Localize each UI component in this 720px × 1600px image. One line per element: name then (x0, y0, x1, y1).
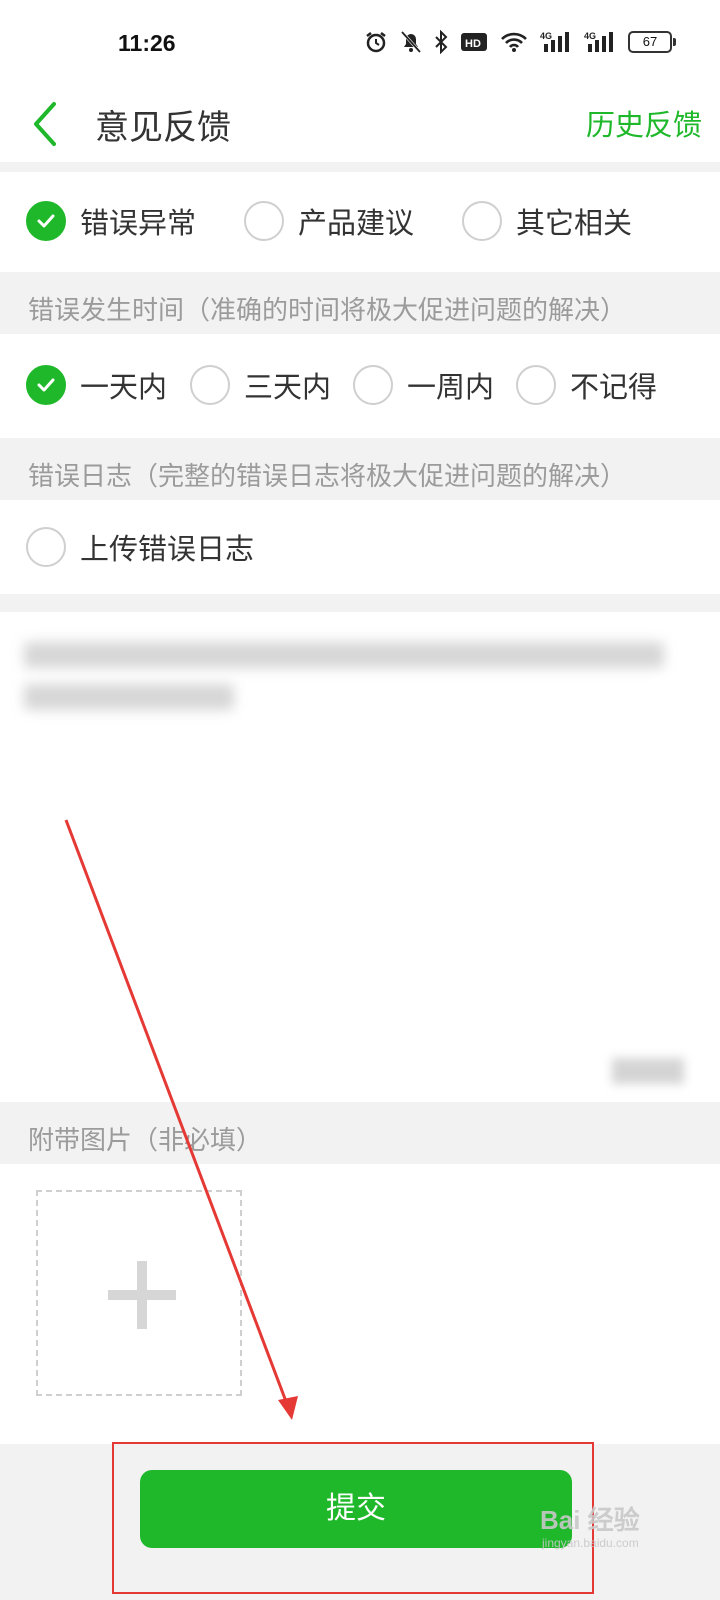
time-option-dont-remember[interactable]: 不记得 (516, 364, 657, 406)
watermark-logo: Bai 经验 (540, 1505, 640, 1535)
char-counter (612, 1058, 684, 1084)
radio-unchecked-icon (26, 527, 66, 567)
status-bar: 11:26 HD 4G 4G 67 (0, 0, 720, 88)
category-option-other[interactable]: 其它相关 (462, 200, 632, 242)
time-option-three-days[interactable]: 三天内 (190, 364, 331, 406)
divider (0, 594, 720, 612)
category-option-suggestion[interactable]: 产品建议 (244, 200, 414, 242)
signal-4g-icon: 4G (540, 30, 572, 54)
add-image-button[interactable] (36, 1190, 242, 1396)
attachment-hint-text: 附带图片（非必填） (28, 1126, 263, 1156)
blurred-placeholder-text (24, 642, 664, 668)
plus-icon (137, 1261, 147, 1329)
title-bar: 意见反馈 历史反馈 (0, 88, 720, 162)
time-option-one-week[interactable]: 一周内 (353, 364, 494, 406)
radio-checked-icon (26, 201, 66, 241)
option-label: 一周内 (407, 370, 495, 404)
option-label: 一天内 (80, 370, 168, 404)
option-label: 三天内 (244, 370, 332, 404)
option-label: 产品建议 (298, 206, 415, 240)
log-hint-bar: 错误日志（完整的错误日志将极大促进问题的解决） (0, 438, 720, 500)
time-option-one-day[interactable]: 一天内 (26, 364, 167, 406)
option-label: 其它相关 (516, 206, 633, 240)
alarm-icon (364, 30, 388, 54)
radio-unchecked-icon (190, 365, 230, 405)
blurred-placeholder-text (24, 684, 234, 710)
log-hint-text: 错误日志（完整的错误日志将极大促进问题的解决） (28, 462, 627, 492)
upload-log-option[interactable]: 上传错误日志 (26, 526, 254, 568)
status-time: 11:26 (118, 30, 176, 56)
page-title: 意见反馈 (95, 108, 231, 148)
radio-checked-icon (26, 365, 66, 405)
category-option-error[interactable]: 错误异常 (26, 200, 196, 242)
radio-unchecked-icon (462, 201, 502, 241)
history-feedback-link[interactable]: 历史反馈 (586, 102, 702, 144)
battery-indicator: 67 (628, 31, 676, 53)
signal-4g-icon: 4G (584, 30, 616, 54)
time-group: 一天内 三天内 一周内 不记得 (0, 334, 720, 438)
svg-text:HD: HD (465, 38, 481, 50)
status-icons: HD 4G 4G 67 (364, 30, 676, 54)
feedback-textarea[interactable] (0, 612, 720, 1102)
svg-text:4G: 4G (540, 31, 552, 41)
time-hint-text: 错误发生时间（准确的时间将极大促进问题的解决） (28, 296, 627, 326)
submit-button[interactable]: 提交 (140, 1470, 572, 1548)
option-label: 不记得 (570, 370, 658, 404)
wifi-icon (500, 31, 528, 53)
mute-icon (400, 30, 422, 54)
option-label: 错误异常 (80, 206, 197, 240)
svg-text:4G: 4G (584, 31, 596, 41)
chevron-left-icon (34, 102, 56, 146)
bluetooth-icon (434, 30, 448, 54)
watermark-url: jingyan.baidu.com (542, 1536, 639, 1550)
attachment-hint-bar: 附带图片（非必填） (0, 1102, 720, 1164)
option-label: 上传错误日志 (80, 532, 255, 566)
radio-unchecked-icon (353, 365, 393, 405)
radio-unchecked-icon (516, 365, 556, 405)
category-group: 错误异常 产品建议 其它相关 (0, 172, 720, 272)
log-group: 上传错误日志 (0, 500, 720, 594)
back-button[interactable] (28, 94, 68, 154)
hd-icon: HD (460, 31, 488, 53)
divider (0, 162, 720, 172)
radio-unchecked-icon (244, 201, 284, 241)
time-hint-bar: 错误发生时间（准确的时间将极大促进问题的解决） (0, 272, 720, 334)
